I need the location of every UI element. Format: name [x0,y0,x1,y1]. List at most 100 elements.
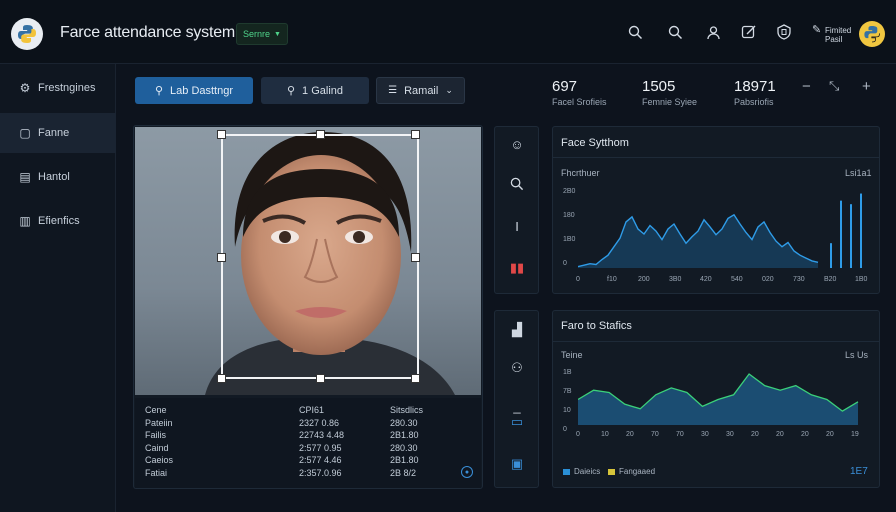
axis-tick-label: 70 [676,431,684,438]
folder-icon[interactable]: ▭ [496,404,538,440]
axis-tick-label: 3B0 [669,276,682,283]
chart1-right-label: Lsi1a1 [845,168,872,178]
notification-text-1: Fimited [825,26,852,35]
shield-icon[interactable] [774,22,794,42]
table-cell: 2B1.80 [390,430,419,440]
bbox-handle[interactable] [217,130,226,139]
stat-female: 1505 Femnie Syiee [642,78,697,107]
table-cell: 22743 4.48 [299,430,345,440]
axis-tick-label: f10 [607,276,617,283]
face-image [135,127,481,395]
stat-records: 18971 Pabsriofis [734,78,776,107]
table-cell: CPI61 [299,405,325,415]
axis-tick-label: 420 [700,276,712,283]
table-cell: 2327 0.86 [299,417,340,428]
axis-tick-label: 2B0 [563,188,576,195]
add-icon[interactable]: + [862,78,871,95]
collapse-icon[interactable]: ⤡ [829,78,839,94]
bbox-handle[interactable] [316,374,325,383]
axis-tick-label: 20 [776,431,784,438]
zoom-icon[interactable] [665,22,685,42]
sidebar-item-label: Hantol [38,171,70,183]
environment-dropdown[interactable]: Sernre ▼ [236,23,288,45]
minimize-icon[interactable]: − [802,78,811,95]
axis-tick-label: 730 [793,276,805,283]
stat-faces: 697 Facel Srofieis [552,78,607,107]
dashboard-button-label: Lab Dasttngr [170,84,234,97]
legend-swatch [563,468,570,475]
sidebar-item-statistics[interactable]: ▥ Efienfics [0,201,116,241]
table-cell: Fatiai [145,467,168,478]
dashboard-button[interactable]: ⚲ Lab Dasttngr [135,77,253,104]
axis-tick-label: 0 [563,260,567,267]
axis-tick-label: 10 [563,407,571,414]
person-icon[interactable]: ⚇ [496,350,538,386]
axis-tick-label: 7B [563,388,572,395]
chart1-left-label: Fhcrthuer [561,168,600,178]
notification-widget[interactable]: ✎ Fimited Pasil [812,24,852,46]
caret-down-icon: ▼ [274,30,281,38]
axis-tick-label: 540 [731,276,743,283]
stat-value: 697 [552,78,578,95]
bbox-handle[interactable] [411,130,420,139]
profile-avatar[interactable] [859,21,885,47]
image-icon[interactable]: ▣ [496,446,538,482]
export-dropdown-label: Ramail [404,84,439,97]
table-cell: 2B1.80 [390,455,419,465]
refresh-icon[interactable]: ● [461,466,473,478]
legend-item-detected: Daieics [563,467,600,476]
face-bounding-box[interactable] [221,134,419,379]
axis-tick-label: 020 [762,276,774,283]
axis-tick-label: 0 [563,426,567,433]
face-details-table: Cene Pateiin Failis Caind Caeios Fatiai CPI61… [135,398,481,488]
list-icon: ☰ [388,85,398,96]
bbox-handle[interactable] [411,374,420,383]
chart1-divider [553,157,879,158]
user-icon: ⚲ [154,85,164,97]
chart2-total: 1E7 [850,466,868,477]
axis-tick-label: 0 [576,431,580,438]
environment-label: Sernre [243,29,271,39]
table-cell: 2:577 4.46 [299,455,342,465]
app-title: Farce attendance system [60,24,236,41]
notification-text-2: Pasil [825,35,843,44]
sidebar-item-settings[interactable]: ⚙ Frestngines [0,68,116,108]
edit-icon[interactable] [739,22,759,42]
bar-chart-icon[interactable]: ▟ [496,312,538,348]
face-scan-icon[interactable]: ☺ [496,126,538,162]
camera-button[interactable]: ⚲ 1 Galind [261,77,369,104]
gear-icon: ⚙ [19,81,31,95]
record-icon[interactable]: ▮▮ [496,250,538,286]
search-icon[interactable] [496,166,538,202]
text-cursor-icon[interactable]: I [496,208,538,244]
bbox-handle[interactable] [316,130,325,139]
axis-tick-label: 70 [651,431,659,438]
bbox-handle[interactable] [411,253,420,262]
axis-tick-label: 180 [563,212,575,219]
chart2-plot [578,373,859,425]
axis-tick-label: 30 [726,431,734,438]
sidebar-item-calendar[interactable]: ▤ Hantol [0,157,116,197]
chart2-title: Faro to Stafics [561,320,632,332]
user-icon[interactable] [703,22,723,42]
export-dropdown[interactable]: ☰ Ramail ⌄ [376,77,465,104]
grid-icon: ▢ [19,126,31,140]
table-cell: Sitsdlics [390,405,424,415]
chart1-plot [578,193,862,268]
sidebar-item-faces[interactable]: ▢ Fanne [0,113,116,153]
table-cell: Caind [145,442,169,453]
axis-tick-label: 0 [576,276,580,283]
chevron-down-icon: ⌄ [445,85,453,95]
bbox-handle[interactable] [217,374,226,383]
python-logo [11,18,43,50]
legend-item-engaged: Fangaaed [608,467,655,476]
chart2-right-label: Ls Us [845,350,869,360]
axis-tick-label: B20 [824,276,837,283]
axis-tick-label: 1B [563,369,572,376]
calendar-icon: ▤ [19,170,31,184]
search-icon[interactable] [625,22,645,42]
legend-label: Fangaaed [619,467,656,476]
chart1-area [578,214,818,268]
bbox-handle[interactable] [217,253,226,262]
stat-label: Facel Srofieis [552,97,607,107]
